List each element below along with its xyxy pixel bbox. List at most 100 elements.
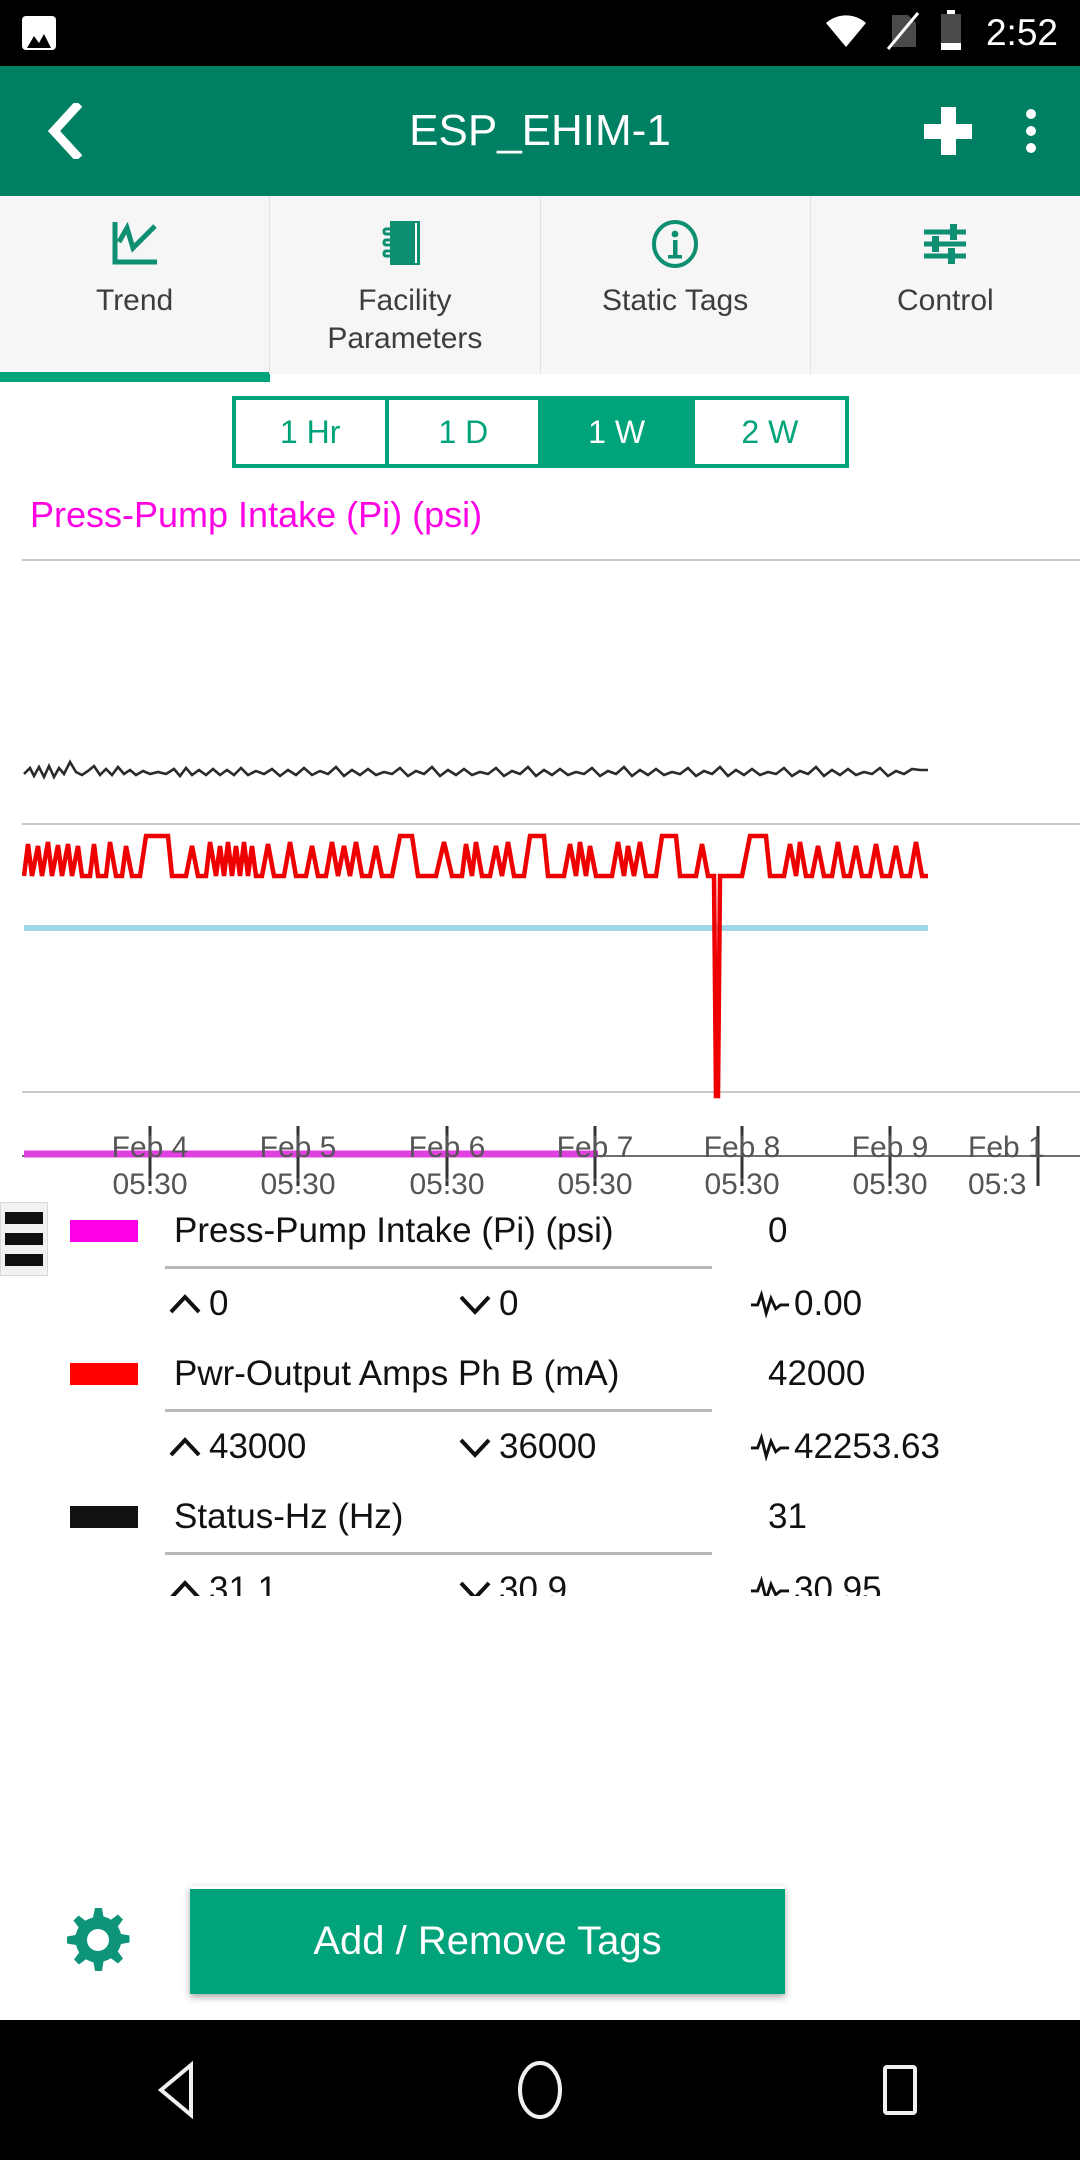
overflow-menu-icon[interactable] — [1012, 103, 1050, 159]
legend-avg-value: 30.95 — [794, 1570, 882, 1596]
series-pwr-output-amps — [21, 833, 928, 1099]
legend-max: 43000 — [165, 1427, 455, 1467]
range-option-1hr[interactable]: 1 Hr — [235, 400, 385, 464]
legend-avg: 30.95 — [750, 1570, 882, 1596]
legend-color-swatch — [70, 1506, 138, 1528]
legend-max-value: 31.1 — [209, 1570, 278, 1596]
chevron-up-icon — [165, 1292, 205, 1316]
tab-facility-parameters-label: Facility Parameters — [327, 282, 482, 357]
nav-back-triangle-icon — [157, 2061, 193, 2119]
x-tick-date-3: Feb 7 — [556, 1131, 634, 1164]
x-tick-date-2: Feb 6 — [408, 1131, 486, 1164]
sliders-icon — [920, 218, 970, 270]
tab-static-tags[interactable]: Static Tags — [540, 196, 811, 374]
settings-button[interactable] — [0, 1900, 190, 1980]
wifi-icon — [824, 13, 868, 54]
tab-control-label: Control — [897, 284, 994, 317]
x-tick-date-5: Feb 9 — [851, 1131, 929, 1164]
chevron-down-icon — [455, 1292, 495, 1316]
status-bar: 2:52 — [0, 0, 1080, 66]
trend-chart[interactable]: Feb 4 05:30 Feb 5 05:30 Feb 6 05:30 Feb … — [0, 536, 1080, 1201]
nav-recents-button[interactable] — [830, 2020, 970, 2160]
waveform-icon — [750, 1575, 790, 1596]
legend-color-swatch — [70, 1363, 138, 1385]
tab-static-tags-label: Static Tags — [602, 284, 749, 317]
legend-avg: 42253.63 — [750, 1427, 940, 1467]
legend-tag-name: Pwr-Output Amps Ph B (mA) — [174, 1354, 620, 1393]
tab-bar: Trend Facility Parameters Static Tags Co… — [0, 196, 1080, 382]
hamburger-list-icon-bar-1 — [5, 1212, 43, 1224]
nav-home-button[interactable] — [470, 2020, 610, 2160]
battery-icon — [938, 9, 964, 57]
tab-fp-line1: Facility — [358, 284, 452, 317]
legend-max: 0 — [165, 1284, 455, 1324]
legend-tag-name: Status-Hz (Hz) — [174, 1497, 404, 1536]
series-status-hz — [23, 759, 928, 781]
hamburger-list-icon-bar-2 — [5, 1233, 43, 1245]
legend-current-value: 31 — [768, 1497, 807, 1536]
range-option-2w[interactable]: 2 W — [695, 400, 845, 464]
x-tick-date-4: Feb 8 — [703, 1131, 781, 1164]
range-option-1d[interactable]: 1 D — [388, 400, 538, 464]
chevron-down-icon — [455, 1578, 495, 1596]
bottom-action-bar: Add / Remove Tags — [0, 1860, 1080, 2020]
chevron-up-icon — [165, 1578, 205, 1596]
info-circle-icon — [650, 218, 700, 270]
legend-min-value: 36000 — [499, 1427, 597, 1466]
legend-scroll-area[interactable]: Press-Pump Intake (Pi) (psi) 0 0 0 0.00 … — [0, 1196, 1080, 1596]
app-bar: ESP_EHIM-1 — [0, 66, 1080, 196]
notebook-icon — [382, 218, 428, 270]
legend-current-value: 0 — [768, 1211, 788, 1250]
status-bar-right: 2:52 — [824, 9, 1058, 57]
legend-min: 36000 — [455, 1427, 750, 1467]
hamburger-list-icon-bar-3 — [5, 1254, 43, 1266]
time-range-selector: 1 Hr 1 D 1 W 2 W — [231, 396, 849, 468]
legend-panel: Press-Pump Intake (Pi) (psi) 0 0 0 0.00 … — [0, 1196, 1080, 1596]
legend-min-value: 30.9 — [499, 1570, 568, 1596]
legend-row-pwr-output-amps[interactable]: Pwr-Output Amps Ph B (mA) 42000 43000 36… — [0, 1339, 1080, 1482]
legend-max-value: 43000 — [209, 1427, 307, 1466]
waveform-icon — [750, 1432, 790, 1462]
chevron-down-icon — [455, 1435, 495, 1459]
tab-facility-parameters[interactable]: Facility Parameters — [270, 196, 541, 374]
tab-control[interactable]: Control — [810, 196, 1080, 374]
add-remove-tags-button[interactable]: Add / Remove Tags — [190, 1886, 785, 1994]
gear-icon — [67, 1908, 130, 1971]
legend-current-value: 42000 — [768, 1354, 866, 1393]
no-sim-icon — [886, 11, 920, 56]
legend-list-toggle[interactable] — [0, 1202, 48, 1276]
page-title: ESP_EHIM-1 — [409, 106, 671, 155]
x-tick-date-6: Feb 1 — [968, 1131, 1045, 1164]
photo-icon — [22, 16, 56, 50]
nav-back-button[interactable] — [110, 2020, 250, 2160]
range-option-1w[interactable]: 1 W — [542, 400, 692, 464]
back-chevron-icon — [48, 103, 82, 159]
legend-color-swatch — [70, 1220, 138, 1242]
x-tick-date-1: Feb 5 — [259, 1131, 337, 1164]
waveform-icon — [750, 1289, 790, 1319]
tab-trend[interactable]: Trend — [0, 196, 271, 382]
time-range-row: 1 Hr 1 D 1 W 2 W — [0, 382, 1080, 482]
legend-tag-name: Press-Pump Intake (Pi) (psi) — [174, 1211, 614, 1250]
app-bar-actions — [924, 103, 1050, 159]
x-tick-date-0: Feb 4 — [111, 1131, 189, 1164]
chevron-up-icon — [165, 1435, 205, 1459]
trend-chart-icon — [109, 218, 161, 270]
legend-avg-value: 42253.63 — [794, 1427, 940, 1466]
legend-row-status-hz[interactable]: Status-Hz (Hz) 31 31.1 30.9 30.95 — [0, 1482, 1080, 1596]
chart-gridlines — [22, 559, 1080, 1093]
legend-min: 30.9 — [455, 1570, 750, 1596]
status-bar-left — [22, 16, 824, 50]
chart-svg — [21, 559, 1080, 1186]
add-icon[interactable] — [924, 107, 972, 155]
tab-trend-label: Trend — [95, 284, 174, 317]
legend-max-value: 0 — [209, 1284, 229, 1323]
legend-avg: 0.00 — [750, 1284, 862, 1324]
legend-avg-value: 0.00 — [794, 1284, 863, 1323]
android-nav-bar — [0, 2020, 1080, 2160]
legend-row-press-pump-intake[interactable]: Press-Pump Intake (Pi) (psi) 0 0 0 0.00 — [0, 1196, 1080, 1339]
legend-min-value: 0 — [499, 1284, 519, 1323]
chart-title: Press-Pump Intake (Pi) (psi) — [30, 494, 483, 535]
back-button[interactable] — [30, 96, 100, 166]
nav-recents-square-icon — [883, 2065, 917, 2115]
